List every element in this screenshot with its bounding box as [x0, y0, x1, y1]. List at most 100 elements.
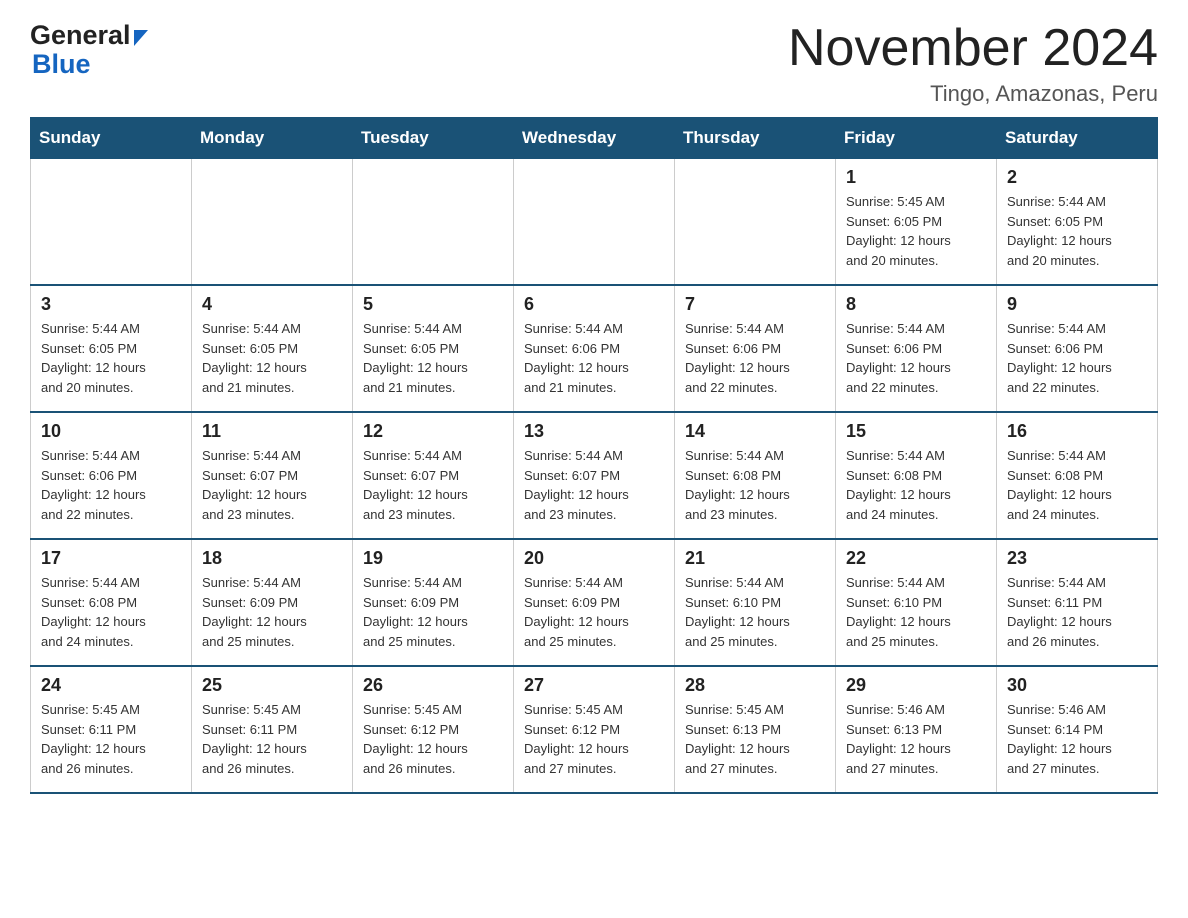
- calendar-cell: [514, 159, 675, 286]
- calendar-cell: 12 Sunrise: 5:44 AMSunset: 6:07 PMDayligh…: [353, 412, 514, 539]
- weekday-header-saturday: Saturday: [997, 118, 1158, 159]
- calendar-cell: 14 Sunrise: 5:44 AMSunset: 6:08 PMDayligh…: [675, 412, 836, 539]
- day-info: Sunrise: 5:44 AMSunset: 6:07 PMDaylight:…: [524, 446, 664, 524]
- day-info: Sunrise: 5:44 AMSunset: 6:05 PMDaylight:…: [1007, 192, 1147, 270]
- day-number: 21: [685, 548, 825, 569]
- day-info: Sunrise: 5:44 AMSunset: 6:08 PMDaylight:…: [846, 446, 986, 524]
- day-number: 22: [846, 548, 986, 569]
- week-row-4: 17 Sunrise: 5:44 AMSunset: 6:08 PMDayligh…: [31, 539, 1158, 666]
- calendar-cell: [353, 159, 514, 286]
- calendar-cell: 1 Sunrise: 5:45 AMSunset: 6:05 PMDaylight…: [836, 159, 997, 286]
- calendar-body: 1 Sunrise: 5:45 AMSunset: 6:05 PMDaylight…: [31, 159, 1158, 794]
- day-info: Sunrise: 5:45 AMSunset: 6:05 PMDaylight:…: [846, 192, 986, 270]
- day-number: 17: [41, 548, 181, 569]
- day-number: 26: [363, 675, 503, 696]
- day-number: 6: [524, 294, 664, 315]
- calendar-cell: 15 Sunrise: 5:44 AMSunset: 6:08 PMDayligh…: [836, 412, 997, 539]
- weekday-header-tuesday: Tuesday: [353, 118, 514, 159]
- day-number: 9: [1007, 294, 1147, 315]
- day-number: 10: [41, 421, 181, 442]
- calendar-cell: 7 Sunrise: 5:44 AMSunset: 6:06 PMDaylight…: [675, 285, 836, 412]
- day-number: 27: [524, 675, 664, 696]
- day-number: 16: [1007, 421, 1147, 442]
- calendar-cell: 2 Sunrise: 5:44 AMSunset: 6:05 PMDaylight…: [997, 159, 1158, 286]
- calendar-cell: 26 Sunrise: 5:45 AMSunset: 6:12 PMDayligh…: [353, 666, 514, 793]
- day-number: 4: [202, 294, 342, 315]
- day-info: Sunrise: 5:44 AMSunset: 6:10 PMDaylight:…: [685, 573, 825, 651]
- day-number: 30: [1007, 675, 1147, 696]
- day-number: 1: [846, 167, 986, 188]
- day-info: Sunrise: 5:44 AMSunset: 6:10 PMDaylight:…: [846, 573, 986, 651]
- day-number: 11: [202, 421, 342, 442]
- day-info: Sunrise: 5:44 AMSunset: 6:11 PMDaylight:…: [1007, 573, 1147, 651]
- day-number: 25: [202, 675, 342, 696]
- calendar-cell: 17 Sunrise: 5:44 AMSunset: 6:08 PMDayligh…: [31, 539, 192, 666]
- calendar-cell: 21 Sunrise: 5:44 AMSunset: 6:10 PMDayligh…: [675, 539, 836, 666]
- day-number: 28: [685, 675, 825, 696]
- calendar-cell: [675, 159, 836, 286]
- day-info: Sunrise: 5:44 AMSunset: 6:08 PMDaylight:…: [41, 573, 181, 651]
- day-number: 20: [524, 548, 664, 569]
- day-info: Sunrise: 5:44 AMSunset: 6:09 PMDaylight:…: [202, 573, 342, 651]
- day-number: 15: [846, 421, 986, 442]
- calendar-cell: 24Sunrise: 5:45 AMSunset: 6:11 PMDayligh…: [31, 666, 192, 793]
- day-info: Sunrise: 5:44 AMSunset: 6:05 PMDaylight:…: [363, 319, 503, 397]
- day-info: Sunrise: 5:44 AMSunset: 6:08 PMDaylight:…: [685, 446, 825, 524]
- day-info: Sunrise: 5:45 AMSunset: 6:12 PMDaylight:…: [363, 700, 503, 778]
- day-info: Sunrise: 5:44 AMSunset: 6:06 PMDaylight:…: [846, 319, 986, 397]
- weekday-header-friday: Friday: [836, 118, 997, 159]
- location-subtitle: Tingo, Amazonas, Peru: [788, 81, 1158, 107]
- day-info: Sunrise: 5:46 AMSunset: 6:14 PMDaylight:…: [1007, 700, 1147, 778]
- calendar-cell: 22 Sunrise: 5:44 AMSunset: 6:10 PMDayligh…: [836, 539, 997, 666]
- day-info: Sunrise: 5:44 AMSunset: 6:06 PMDaylight:…: [1007, 319, 1147, 397]
- day-number: 12: [363, 421, 503, 442]
- logo-arrow-icon: [134, 30, 148, 46]
- day-number: 2: [1007, 167, 1147, 188]
- week-row-3: 10 Sunrise: 5:44 AMSunset: 6:06 PMDayligh…: [31, 412, 1158, 539]
- day-info: Sunrise: 5:45 AMSunset: 6:13 PMDaylight:…: [685, 700, 825, 778]
- day-info: Sunrise: 5:45 AMSunset: 6:12 PMDaylight:…: [524, 700, 664, 778]
- day-info: Sunrise: 5:44 AMSunset: 6:05 PMDaylight:…: [41, 319, 181, 397]
- day-number: 5: [363, 294, 503, 315]
- day-number: 7: [685, 294, 825, 315]
- day-info: Sunrise: 5:44 AMSunset: 6:08 PMDaylight:…: [1007, 446, 1147, 524]
- calendar-header: SundayMondayTuesdayWednesdayThursdayFrid…: [31, 118, 1158, 159]
- week-row-2: 3Sunrise: 5:44 AMSunset: 6:05 PMDaylight…: [31, 285, 1158, 412]
- calendar-cell: 30 Sunrise: 5:46 AMSunset: 6:14 PMDayligh…: [997, 666, 1158, 793]
- calendar-cell: 6 Sunrise: 5:44 AMSunset: 6:06 PMDaylight…: [514, 285, 675, 412]
- weekday-header-wednesday: Wednesday: [514, 118, 675, 159]
- day-info: Sunrise: 5:44 AMSunset: 6:09 PMDaylight:…: [363, 573, 503, 651]
- calendar-cell: 25Sunrise: 5:45 AMSunset: 6:11 PMDayligh…: [192, 666, 353, 793]
- calendar-cell: 5 Sunrise: 5:44 AMSunset: 6:05 PMDaylight…: [353, 285, 514, 412]
- weekday-header-monday: Monday: [192, 118, 353, 159]
- day-info: Sunrise: 5:44 AMSunset: 6:06 PMDaylight:…: [41, 446, 181, 524]
- day-info: Sunrise: 5:44 AMSunset: 6:06 PMDaylight:…: [685, 319, 825, 397]
- calendar-cell: 20 Sunrise: 5:44 AMSunset: 6:09 PMDayligh…: [514, 539, 675, 666]
- day-info: Sunrise: 5:46 AMSunset: 6:13 PMDaylight:…: [846, 700, 986, 778]
- day-number: 29: [846, 675, 986, 696]
- title-block: November 2024 Tingo, Amazonas, Peru: [788, 20, 1158, 107]
- calendar-cell: 29 Sunrise: 5:46 AMSunset: 6:13 PMDayligh…: [836, 666, 997, 793]
- day-info: Sunrise: 5:44 AMSunset: 6:07 PMDaylight:…: [363, 446, 503, 524]
- day-info: Sunrise: 5:44 AMSunset: 6:09 PMDaylight:…: [524, 573, 664, 651]
- calendar-cell: 11 Sunrise: 5:44 AMSunset: 6:07 PMDayligh…: [192, 412, 353, 539]
- calendar-cell: 27 Sunrise: 5:45 AMSunset: 6:12 PMDayligh…: [514, 666, 675, 793]
- calendar-cell: 13 Sunrise: 5:44 AMSunset: 6:07 PMDayligh…: [514, 412, 675, 539]
- logo-blue-text: Blue: [32, 49, 91, 79]
- logo-general-text: General: [30, 20, 131, 51]
- month-title: November 2024: [788, 20, 1158, 77]
- calendar-cell: 18 Sunrise: 5:44 AMSunset: 6:09 PMDayligh…: [192, 539, 353, 666]
- day-number: 18: [202, 548, 342, 569]
- day-number: 13: [524, 421, 664, 442]
- day-number: 19: [363, 548, 503, 569]
- calendar-cell: 8Sunrise: 5:44 AMSunset: 6:06 PMDaylight…: [836, 285, 997, 412]
- header-row: SundayMondayTuesdayWednesdayThursdayFrid…: [31, 118, 1158, 159]
- calendar-cell: 16 Sunrise: 5:44 AMSunset: 6:08 PMDayligh…: [997, 412, 1158, 539]
- calendar-cell: 23Sunrise: 5:44 AMSunset: 6:11 PMDayligh…: [997, 539, 1158, 666]
- week-row-5: 24Sunrise: 5:45 AMSunset: 6:11 PMDayligh…: [31, 666, 1158, 793]
- day-info: Sunrise: 5:44 AMSunset: 6:06 PMDaylight:…: [524, 319, 664, 397]
- day-info: Sunrise: 5:44 AMSunset: 6:05 PMDaylight:…: [202, 319, 342, 397]
- day-number: 14: [685, 421, 825, 442]
- logo: General Blue: [30, 20, 148, 80]
- day-info: Sunrise: 5:44 AMSunset: 6:07 PMDaylight:…: [202, 446, 342, 524]
